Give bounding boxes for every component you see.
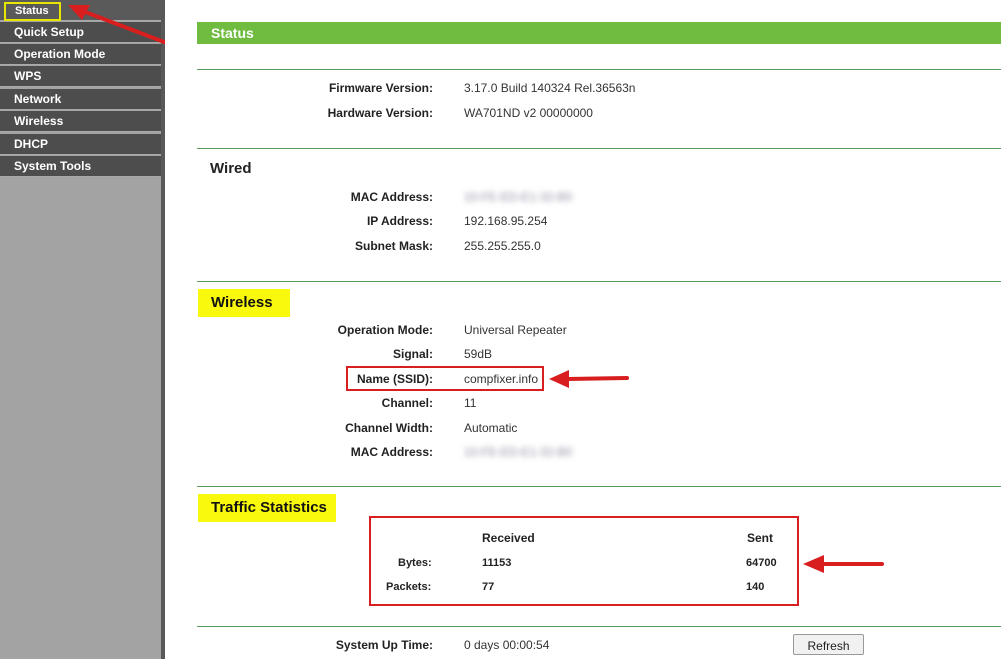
sidebar-item-network[interactable]: Network bbox=[0, 89, 161, 110]
traffic-received-header: Received bbox=[482, 531, 535, 545]
traffic-bytes-label: Bytes: bbox=[398, 557, 432, 569]
sidebar-menu: Status Quick Setup Operation Mode WPS Ne… bbox=[0, 0, 161, 659]
sidebar-item-label: Wireless bbox=[14, 114, 64, 128]
sidebar-item-system-tools[interactable]: System Tools bbox=[0, 156, 161, 177]
hardware-label: Hardware Version: bbox=[327, 106, 433, 120]
traffic-packets-sent: 140 bbox=[746, 581, 765, 593]
sidebar-item-label: DHCP bbox=[14, 137, 49, 151]
wireless-signal-value: 59dB bbox=[464, 347, 493, 361]
divider bbox=[197, 148, 1001, 149]
wireless-channel-value: 11 bbox=[464, 396, 477, 410]
traffic-section-title: Traffic Statistics bbox=[198, 494, 336, 522]
wired-subnet-value: 255.255.255.0 bbox=[464, 239, 541, 253]
wireless-ssid-label: Name (SSID): bbox=[356, 372, 433, 386]
sidebar-item-wps[interactable]: WPS bbox=[0, 66, 161, 87]
traffic-bytes-received: 11153 bbox=[482, 557, 512, 569]
sidebar-item-label: Network bbox=[14, 92, 62, 106]
sidebar-item-label: WPS bbox=[14, 69, 42, 83]
sidebar-item-wireless[interactable]: Wireless bbox=[0, 111, 161, 132]
wired-ip-value: 192.168.95.254 bbox=[464, 214, 548, 228]
traffic-sent-header: Sent bbox=[747, 531, 774, 545]
wireless-mode-label: Operation Mode: bbox=[337, 323, 433, 337]
divider bbox=[197, 281, 1001, 282]
annotation-arrow-traffic bbox=[803, 555, 884, 573]
firmware-value: 3.17.0 Build 140324 Rel.36563n bbox=[464, 81, 636, 95]
page-title: Status bbox=[197, 22, 1001, 44]
wired-ip-label: IP Address: bbox=[366, 214, 433, 228]
annotation-arrow-status bbox=[68, 5, 174, 47]
wireless-section-title: Wireless bbox=[198, 289, 290, 317]
uptime-value: 0 days 00:00:54 bbox=[464, 638, 550, 652]
wireless-signal-label: Signal: bbox=[392, 347, 433, 361]
wired-section-title: Wired bbox=[210, 160, 252, 177]
uptime-label: System Up Time: bbox=[335, 638, 433, 652]
traffic-packets-label: Packets: bbox=[386, 581, 432, 593]
annotation-arrow-ssid bbox=[549, 370, 629, 388]
sidebar-item-label: System Tools bbox=[14, 159, 92, 173]
wireless-width-label: Channel Width: bbox=[345, 421, 433, 435]
divider bbox=[197, 626, 1001, 627]
wireless-mac-label: MAC Address: bbox=[350, 445, 433, 459]
traffic-bytes-sent: 64700 bbox=[746, 557, 777, 569]
sidebar-item-label: Status bbox=[4, 2, 61, 21]
wireless-width-value: Automatic bbox=[464, 421, 518, 435]
wireless-mac-value: 10-FE-ED-E1-32-B0 bbox=[464, 445, 573, 459]
sidebar-item-dhcp[interactable]: DHCP bbox=[0, 134, 161, 155]
wireless-ssid-value: compfixer.info bbox=[464, 372, 539, 386]
divider bbox=[197, 69, 1001, 70]
wired-mac-label: MAC Address: bbox=[350, 190, 433, 204]
divider bbox=[197, 486, 1001, 487]
wired-subnet-label: Subnet Mask: bbox=[354, 239, 433, 253]
wireless-mode-value: Universal Repeater bbox=[464, 323, 567, 337]
wired-mac-value: 10-FE-ED-E1-32-B0 bbox=[464, 190, 573, 204]
traffic-packets-received: 77 bbox=[482, 581, 495, 593]
wireless-channel-label: Channel: bbox=[381, 396, 433, 410]
traffic-highlight-box bbox=[369, 516, 799, 606]
hardware-value: WA701ND v2 00000000 bbox=[464, 106, 593, 120]
firmware-label: Firmware Version: bbox=[328, 81, 433, 95]
refresh-button[interactable]: Refresh bbox=[793, 634, 864, 655]
